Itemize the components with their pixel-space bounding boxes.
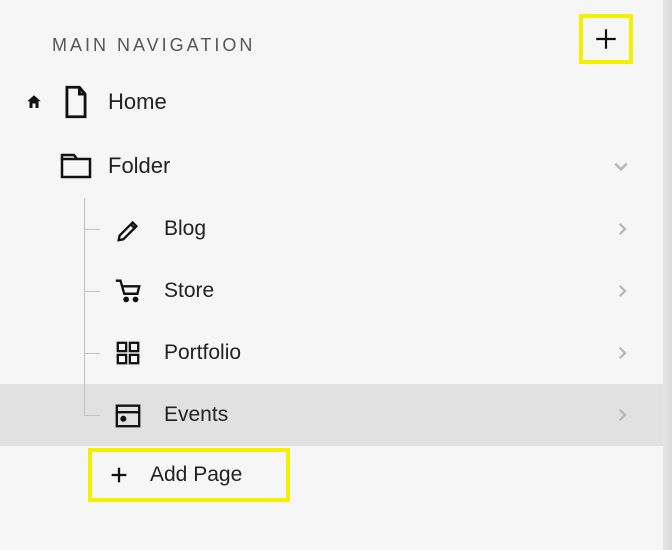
calendar-icon	[104, 401, 152, 429]
nav-item-folder[interactable]: Folder	[0, 134, 663, 198]
chevron-right-icon	[613, 344, 631, 362]
cart-icon	[104, 276, 152, 306]
chevron-right-icon	[613, 220, 631, 238]
nav-item-label: Portfolio	[152, 341, 241, 365]
folder-icon	[52, 152, 100, 180]
section-title: MAIN NAVIGATION	[52, 35, 255, 56]
nav-item-label: Store	[152, 279, 214, 303]
nav-item-label: Home	[100, 89, 167, 115]
add-page-label: Add Page	[130, 463, 242, 487]
plus-icon	[108, 464, 130, 486]
add-page-button[interactable]: Add Page	[88, 448, 290, 502]
nav-item-label: Blog	[152, 217, 206, 241]
panel-edge	[663, 0, 672, 550]
chevron-right-icon	[613, 282, 631, 300]
grid-icon	[104, 340, 152, 366]
plus-icon	[593, 26, 619, 52]
blog-icon	[104, 215, 152, 243]
home-indicator-icon	[16, 93, 52, 111]
nav-item-store[interactable]: Store	[0, 260, 663, 322]
nav-item-label: Folder	[100, 153, 170, 179]
add-page-top-button[interactable]	[579, 14, 633, 64]
nav-item-blog[interactable]: Blog	[0, 198, 663, 260]
nav-item-home[interactable]: Home	[0, 70, 663, 134]
chevron-down-icon[interactable]	[611, 156, 631, 176]
nav-item-events[interactable]: Events	[0, 384, 663, 446]
chevron-right-icon	[613, 406, 631, 424]
page-icon	[52, 85, 100, 119]
nav-item-portfolio[interactable]: Portfolio	[0, 322, 663, 384]
nav-item-label: Events	[152, 403, 228, 427]
